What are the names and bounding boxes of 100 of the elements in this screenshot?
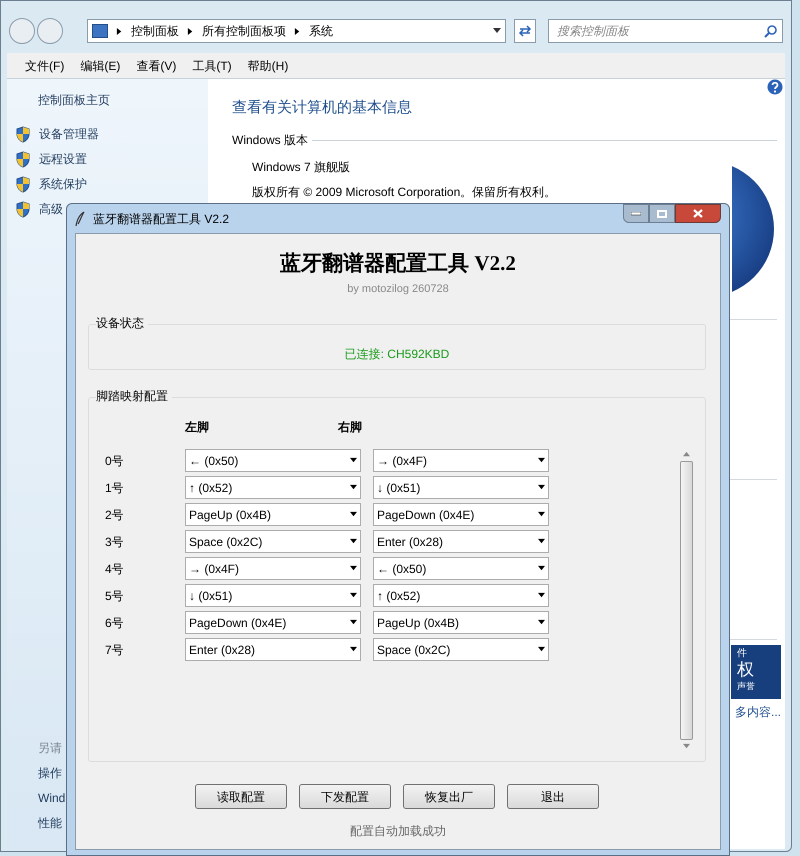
key-dropdown[interactable]: Space (0x2C): [373, 638, 549, 661]
dropdown-arrow-icon[interactable]: [493, 27, 501, 35]
row-label: 7号: [105, 642, 125, 658]
key-dropdown[interactable]: PageDown (0x4E): [373, 503, 549, 526]
key-dropdown[interactable]: → (0x4F): [373, 449, 549, 472]
dropdown-arrow-icon: [538, 619, 545, 626]
copyright-text: 版权所有 © 2009 Microsoft Corporation。保留所有权利。: [252, 184, 556, 201]
shield-icon: [15, 126, 31, 142]
key-dropdown[interactable]: ↓ (0x51): [185, 584, 361, 607]
dropdown-arrow-icon: [350, 646, 357, 653]
breadcrumb-arrow-icon: [294, 28, 301, 34]
dialog-button[interactable]: 下发配置: [299, 784, 391, 809]
dropdown-arrow-icon: [350, 565, 357, 572]
key-dropdown[interactable]: → (0x4F): [185, 557, 361, 580]
sidebar-link[interactable]: 设备管理器: [39, 125, 99, 143]
dropdown-arrow-icon: [538, 565, 545, 572]
close-icon: [693, 209, 703, 218]
scroll-down-icon[interactable]: [683, 743, 690, 750]
banner-text: 权: [737, 660, 755, 680]
menu-item[interactable]: 编辑(E): [80, 56, 120, 74]
dropdown-arrow-icon: [538, 646, 545, 653]
section-heading: Windows 版本: [232, 132, 308, 149]
shield-icon: [15, 176, 31, 192]
refresh-button[interactable]: [514, 19, 536, 43]
breadcrumb-item[interactable]: 所有控制面板项: [202, 22, 286, 40]
connection-status: 已连接: CH592KBD: [344, 346, 450, 363]
banner-text: 件: [737, 647, 748, 660]
row-label: 3号: [105, 534, 125, 550]
sidebar-link[interactable]: 操作: [38, 764, 62, 782]
key-dropdown[interactable]: PageDown (0x4E): [185, 611, 361, 634]
sidebar-link[interactable]: Wind: [38, 789, 66, 807]
row-label: 6号: [105, 614, 125, 632]
dropdown-arrow-icon: [538, 484, 545, 491]
address-bar[interactable]: 控制面板 所有控制面板项 系统: [87, 19, 506, 43]
dropdown-arrow-icon: [538, 592, 545, 599]
feather-icon: [75, 210, 85, 226]
dialog-button[interactable]: 恢复出厂: [403, 784, 495, 809]
dropdown-arrow-icon: [350, 592, 357, 599]
menu-item[interactable]: 文件(F): [25, 56, 64, 74]
maximize-button[interactable]: [649, 204, 675, 223]
key-dropdown[interactable]: ← (0x50): [373, 557, 549, 580]
key-dropdown[interactable]: ← (0x50): [185, 449, 361, 472]
minimize-button[interactable]: [623, 204, 649, 223]
key-dropdown[interactable]: ↑ (0x52): [373, 584, 549, 607]
dropdown-arrow-icon: [350, 538, 357, 545]
dropdown-arrow-icon: [350, 511, 357, 518]
key-dropdown[interactable]: PageUp (0x4B): [373, 611, 549, 634]
key-dropdown[interactable]: ↑ (0x52): [185, 476, 361, 499]
scroll-up-icon[interactable]: [683, 451, 690, 458]
breadcrumb-item[interactable]: 控制面板: [131, 22, 179, 40]
sidebar-link[interactable]: 系统保护: [39, 175, 87, 193]
menu-item[interactable]: 工具(T): [192, 56, 232, 74]
row-label: 0号: [105, 452, 125, 470]
dropdown-arrow-icon: [350, 619, 357, 626]
breadcrumb-arrow-icon: [187, 28, 194, 34]
banner-text: 声誉: [737, 680, 756, 692]
sidebar-heading: 另请: [38, 740, 62, 757]
dropdown-arrow-icon: [538, 538, 545, 545]
dropdown-arrow-icon: [350, 457, 357, 464]
back-forward-buttons[interactable]: [9, 18, 63, 44]
shield-icon: [15, 150, 31, 168]
maximize-icon: [657, 210, 667, 218]
refresh-arrows-icon: [518, 25, 532, 37]
group-label: 脚踏映射配置: [96, 387, 172, 405]
row-label: 1号: [105, 480, 125, 496]
page-title: 查看有关计算机的基本信息: [232, 98, 412, 118]
search-icon[interactable]: [764, 25, 777, 38]
status-text: 配置自动加载成功: [349, 823, 447, 840]
key-dropdown[interactable]: PageUp (0x4B): [185, 503, 361, 526]
menu-item[interactable]: 查看(V): [136, 56, 176, 74]
dropdown-arrow-icon: [350, 484, 357, 491]
breadcrumb-item[interactable]: 系统: [309, 22, 333, 40]
help-icon[interactable]: [767, 79, 783, 95]
key-dropdown[interactable]: Enter (0x28): [185, 638, 361, 661]
dialog-button[interactable]: 退出: [507, 784, 599, 809]
sidebar-link[interactable]: 高级: [39, 200, 63, 218]
close-button[interactable]: [675, 204, 721, 223]
sidebar-link[interactable]: 远程设置: [39, 150, 87, 168]
key-dropdown[interactable]: ↓ (0x51): [373, 476, 549, 499]
row-label: 2号: [105, 506, 125, 524]
dropdown-arrow-icon: [538, 511, 545, 518]
row-label: 5号: [105, 588, 125, 604]
search-field[interactable]: 搜索控制面板: [548, 19, 783, 43]
window-title: 蓝牙翻谱器配置工具 V2.2: [93, 210, 230, 228]
shield-icon: [15, 200, 31, 218]
sidebar-link[interactable]: 控制面板主页: [38, 91, 110, 109]
key-dropdown[interactable]: Enter (0x28): [373, 530, 549, 553]
key-dropdown[interactable]: Space (0x2C): [185, 530, 361, 553]
more-link[interactable]: 多内容...: [735, 703, 782, 721]
menu-item[interactable]: 帮助(H): [248, 56, 288, 74]
edition-text: Windows 7 旗舰版: [252, 159, 350, 176]
scroll-thumb[interactable]: [680, 461, 693, 740]
dialog-heading: 蓝牙翻谱器配置工具 V2.2: [279, 250, 517, 277]
sidebar-link[interactable]: 性能: [38, 814, 62, 832]
dropdown-arrow-icon: [538, 457, 545, 464]
author-text: by motozilog 260728: [346, 282, 450, 297]
column-header: 右脚: [338, 419, 362, 436]
group-label: 设备状态: [96, 314, 148, 332]
breadcrumb-arrow-icon: [116, 28, 123, 34]
dialog-button[interactable]: 读取配置: [195, 784, 287, 809]
